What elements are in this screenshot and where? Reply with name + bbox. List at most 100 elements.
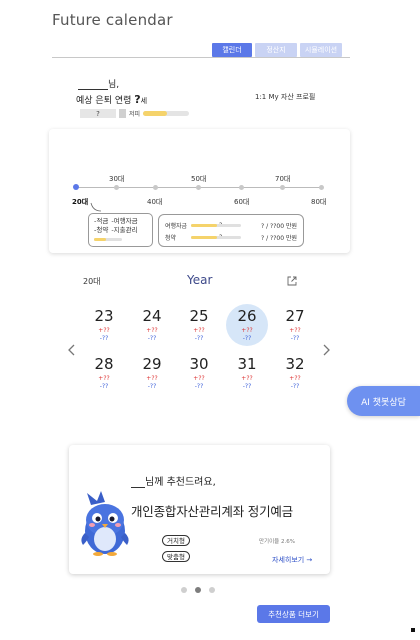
calendar-day-32[interactable]: 32 +?? -?? <box>273 353 317 391</box>
day-expense: -?? <box>194 335 204 342</box>
pager-dot[interactable] <box>209 587 215 593</box>
mini-swatch <box>119 109 126 118</box>
timeline-point-70s[interactable] <box>280 185 285 190</box>
timeline-label-20s: 20대 <box>72 198 89 206</box>
more-products-button[interactable]: 추천상품 더보기 <box>257 605 330 623</box>
corner-marker <box>411 628 415 632</box>
timeline-label-80s: 80대 <box>311 198 327 206</box>
calendar-day-25[interactable]: 25 +?? -?? <box>177 305 221 343</box>
goal-row-travel: 여행자금 ? ? / ??00 만원 <box>165 219 297 231</box>
timeline-label-40s: 40대 <box>147 198 163 206</box>
day-income: +?? <box>98 327 110 334</box>
mini-value-box: ? <box>80 109 116 118</box>
day-income: +?? <box>241 327 253 334</box>
calendar-day-26[interactable]: 26 +?? -?? <box>225 304 269 346</box>
goal-item-savings: -적금 <box>94 217 109 225</box>
day-income: +?? <box>193 327 205 334</box>
goal-progress-fill <box>94 238 106 241</box>
day-income: +?? <box>98 375 110 382</box>
timeline-label-30s: 30대 <box>109 175 125 183</box>
calendar-day-23[interactable]: 23 +?? -?? <box>82 305 126 343</box>
day-income: +?? <box>289 375 301 382</box>
day-number: 31 <box>237 355 257 373</box>
day-expense: -?? <box>290 335 300 342</box>
carousel-pager <box>181 587 215 593</box>
day-income: +?? <box>193 375 205 382</box>
recommendation-greeting: 님께 추천드려요, <box>131 473 216 488</box>
calendar-day-31[interactable]: 31 +?? -?? <box>225 353 269 391</box>
day-expense: -?? <box>242 383 252 390</box>
recommendation-card[interactable]: 님께 추천드려요, 개인종합자산관리계좌 정기예금 거치형 맞춤형 만기이율 2… <box>69 445 330 574</box>
tab-divider <box>52 57 350 58</box>
day-income: +?? <box>146 327 158 334</box>
pager-dot-active[interactable] <box>195 587 201 593</box>
timeline-label-60s: 60대 <box>234 198 250 206</box>
day-number: 24 <box>142 307 162 325</box>
tab-settlement[interactable]: 정산지 <box>255 43 297 57</box>
product-tag: 맞춤형 <box>162 551 190 562</box>
day-expense: -?? <box>194 383 204 390</box>
rec-name-blank <box>131 478 145 488</box>
day-income: +?? <box>289 327 301 334</box>
chevron-right-icon[interactable] <box>321 343 331 357</box>
goal-popup-left[interactable]: -적금 -여행자금 -청약 -지출관리 <box>88 213 153 247</box>
day-number: 32 <box>285 355 305 373</box>
calendar-day-30[interactable]: 30 +?? -?? <box>177 353 221 391</box>
ai-chatbot-button[interactable]: AI 챗봇상담 <box>347 386 420 416</box>
mini-summary-row: ? 저피 ? <box>80 109 190 118</box>
goal-row-value: ? / ??00 만원 <box>261 234 297 242</box>
day-number: 25 <box>189 307 209 325</box>
chevron-left-icon[interactable] <box>67 343 77 357</box>
timeline-point-50s[interactable] <box>196 185 201 190</box>
tab-simulation[interactable]: 시뮬레이션 <box>300 43 342 57</box>
product-rate: 만기이율 2.6% <box>259 539 295 545</box>
goal-row-bar <box>191 235 241 239</box>
tab-bar: 캘린더 정산지 시뮬레이션 <box>212 43 342 57</box>
timeline-point-40s[interactable] <box>153 185 158 190</box>
user-name-line: 님, <box>78 77 119 90</box>
tab-calendar[interactable]: 캘린더 <box>212 43 252 57</box>
day-expense: -?? <box>99 383 109 390</box>
timeline-point-20s[interactable] <box>73 184 79 190</box>
age-timeline-card: 30대 50대 70대 20대 40대 60대 80대 -적금 -여행자금 -청약… <box>49 129 350 253</box>
product-name: 개인종합자산관리계좌 정기예금 <box>131 504 293 519</box>
calendar-day-27[interactable]: 27 +?? -?? <box>273 305 317 343</box>
goal-row-value: ? / ??00 만원 <box>261 222 297 230</box>
name-suffix: 님, <box>108 80 120 90</box>
mini-progress-bar <box>143 111 190 116</box>
day-number: 29 <box>142 355 162 373</box>
calendar-age-label: 20대 <box>83 277 101 286</box>
day-number: 28 <box>94 355 114 373</box>
day-number: 27 <box>285 307 305 325</box>
retire-age: 예상 은퇴 연령 ?세 <box>76 93 147 106</box>
calendar-year-label[interactable]: Year <box>187 273 212 287</box>
day-income: +?? <box>146 375 158 382</box>
timeline-point-30s[interactable] <box>114 185 119 190</box>
product-detail-link[interactable]: 자세히보기 → <box>272 555 312 565</box>
goal-row-fill <box>191 235 217 239</box>
day-expense: -?? <box>99 335 109 342</box>
day-expense: -?? <box>290 383 300 390</box>
day-number: 26 <box>237 307 257 325</box>
bird-mascot-icon <box>81 491 129 556</box>
goal-row-subscription: 청약 ? ? / ??00 만원 <box>165 231 297 243</box>
timeline-label-50s: 50대 <box>191 175 207 183</box>
calendar-day-28[interactable]: 28 +?? -?? <box>82 353 126 391</box>
timeline-point-60s[interactable] <box>239 185 244 190</box>
day-income: +?? <box>241 375 253 382</box>
day-expense: -?? <box>242 335 252 342</box>
calendar-day-24[interactable]: 24 +?? -?? <box>130 305 174 343</box>
day-expense: -?? <box>147 335 157 342</box>
pager-dot[interactable] <box>181 587 187 593</box>
rec-greeting-text: 님께 추천드려요, <box>145 477 216 488</box>
calendar-day-29[interactable]: 29 +?? -?? <box>130 353 174 391</box>
goal-row-label: 청약 <box>165 234 177 242</box>
asset-profile-link[interactable]: 1:1 My 자산 프로필 <box>255 92 315 102</box>
goal-popup-right[interactable]: 여행자금 ? ? / ??00 만원 청약 ? ? / ??00 만원 <box>158 214 304 247</box>
external-link-icon[interactable] <box>287 276 297 286</box>
calendar-header: 20대 Year <box>0 273 420 289</box>
timeline-point-80s[interactable] <box>319 185 324 190</box>
goal-progress-bar <box>94 238 122 241</box>
retire-label: 예상 은퇴 연령 <box>76 96 132 106</box>
goal-item-spending: -지출관리 <box>111 226 138 234</box>
